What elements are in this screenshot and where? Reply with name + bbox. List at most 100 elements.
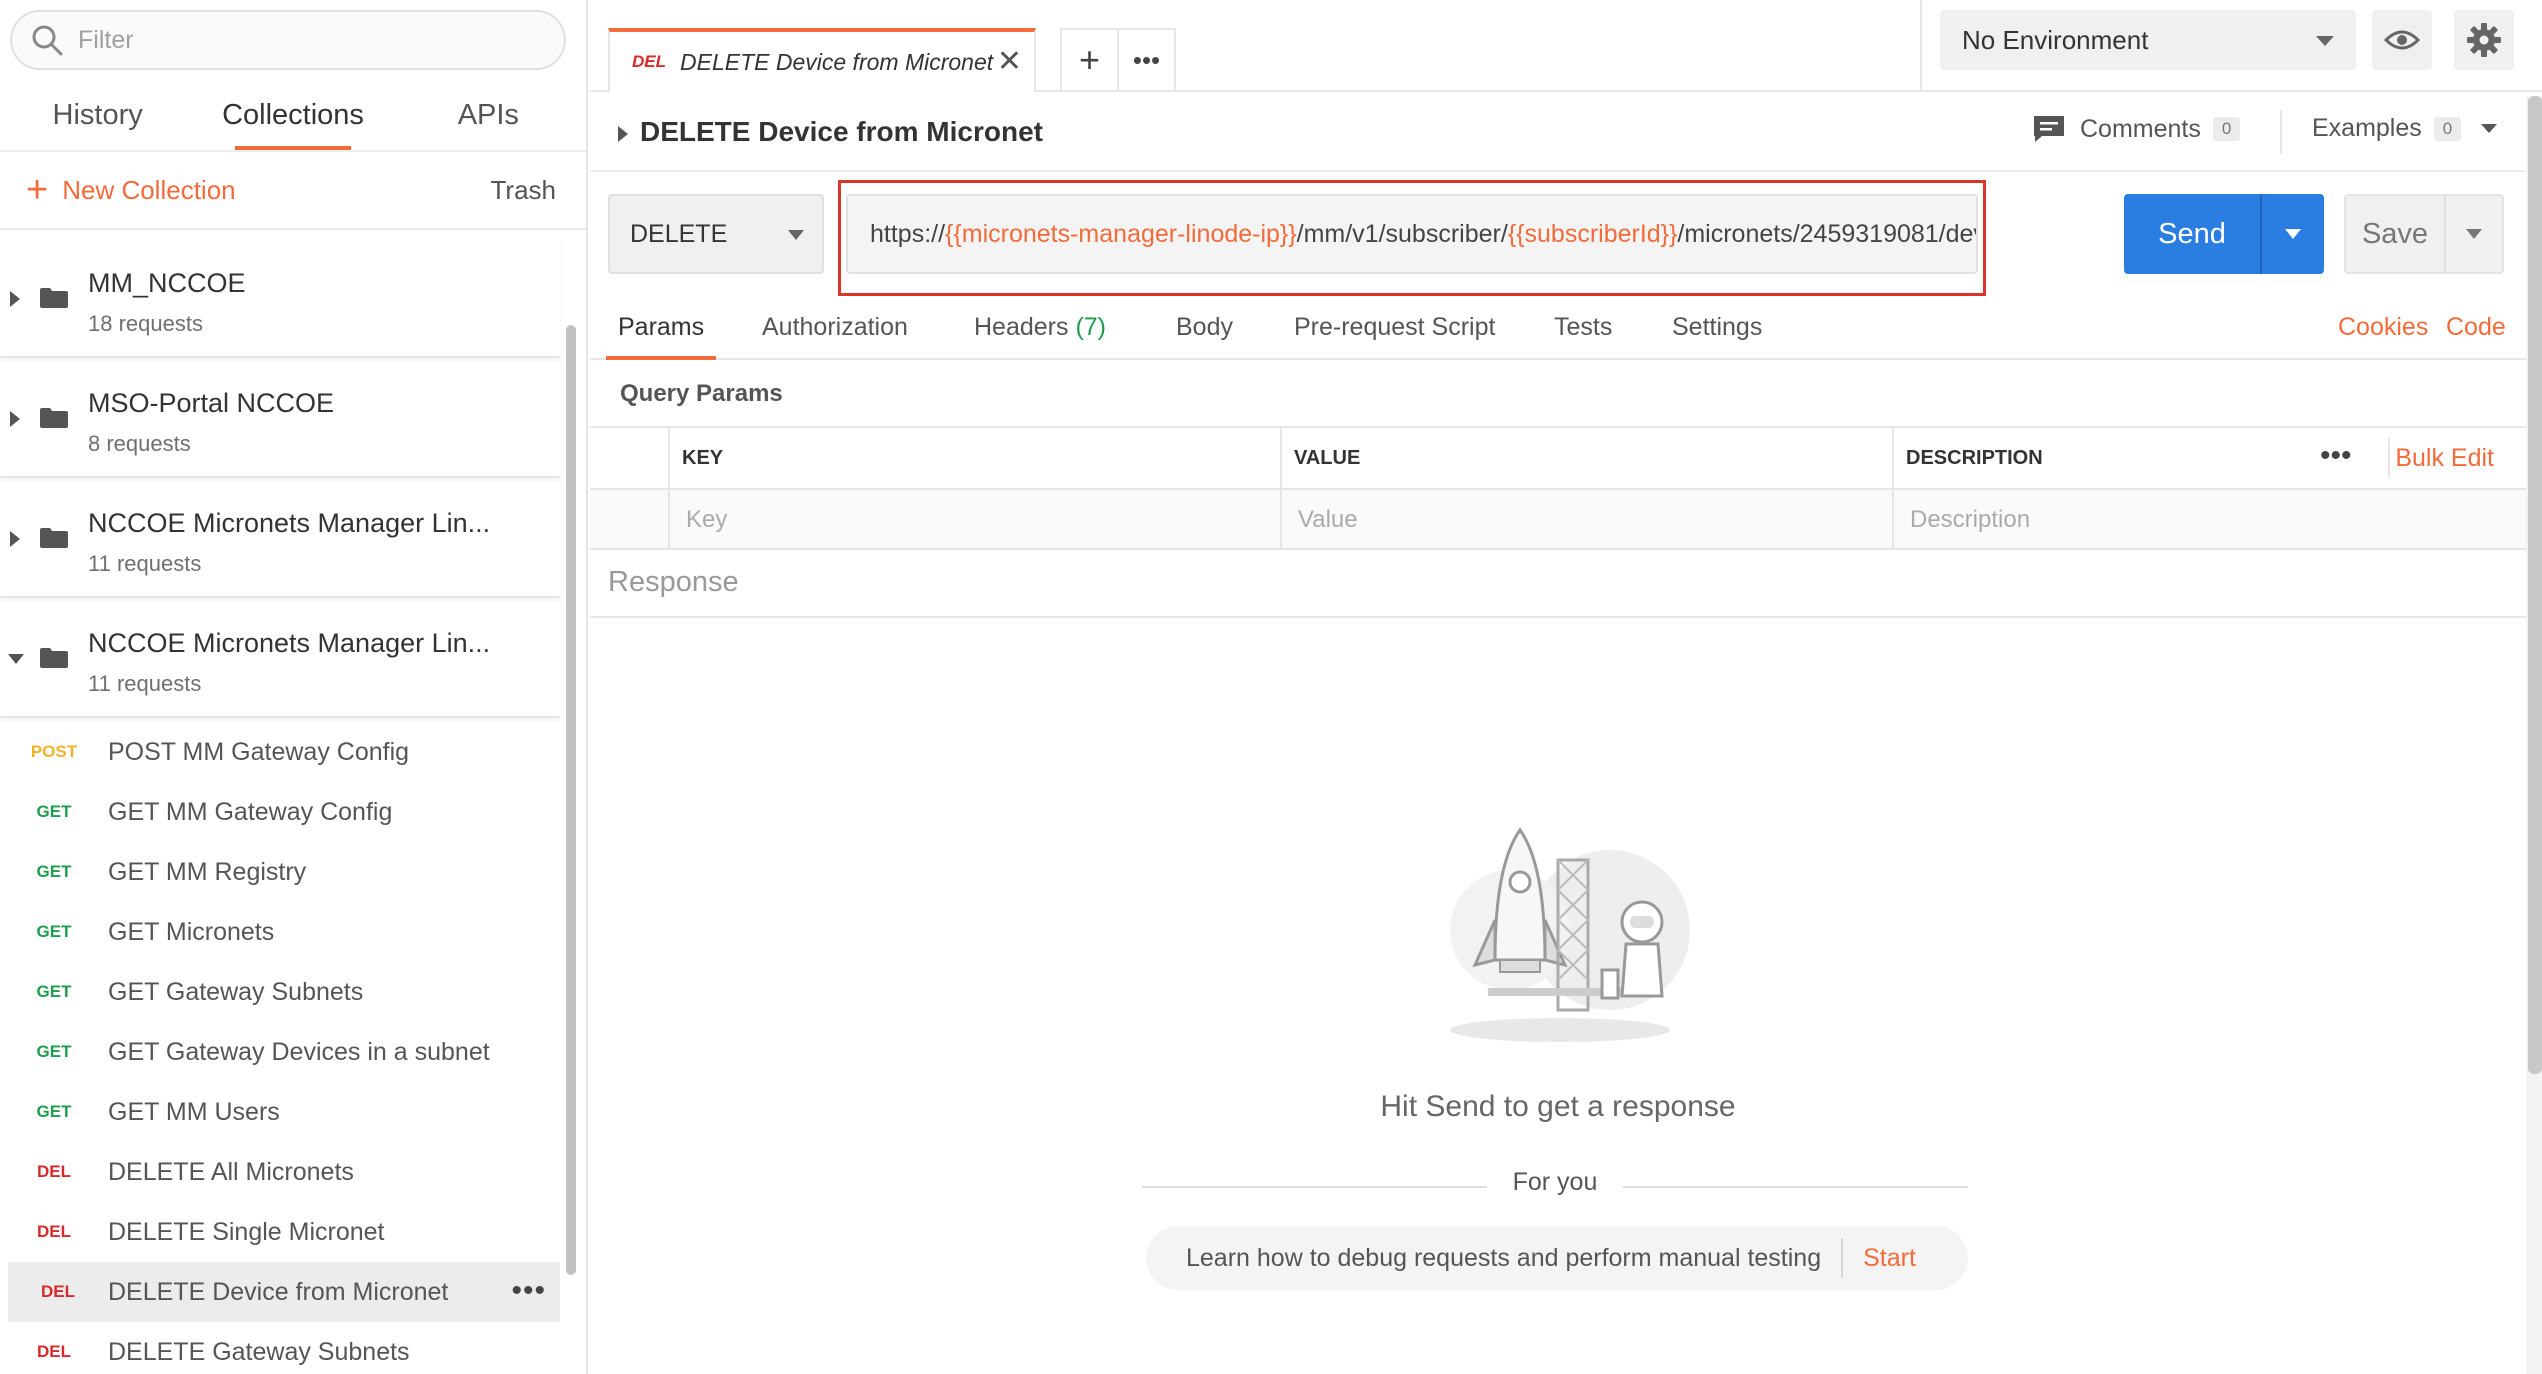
empty-response-message: Hit Send to get a response xyxy=(1380,1090,1736,1123)
collection-item-expanded[interactable]: NCCOE Micronets Manager Lin... 11 reques… xyxy=(0,598,560,718)
method-badge: GET xyxy=(36,922,72,941)
query-params-title: Query Params xyxy=(620,380,783,407)
method-badge: GET xyxy=(36,982,72,1001)
caret-right-icon[interactable] xyxy=(10,531,20,547)
key-input[interactable]: Key xyxy=(668,490,1280,550)
send-button[interactable]: Send xyxy=(2124,194,2262,274)
comment-icon xyxy=(2034,116,2064,142)
collection-item[interactable]: MM_NCCOE 18 requests xyxy=(0,238,560,358)
tab-pre-request-script[interactable]: Pre-request Script xyxy=(1294,296,1495,358)
code-link[interactable]: Code xyxy=(2446,296,2506,358)
filter-input[interactable] xyxy=(78,25,538,55)
new-tab-button[interactable]: + xyxy=(1062,30,1119,92)
plus-icon: + xyxy=(26,169,49,211)
sidebar-tabs: History Collections APIs xyxy=(0,80,586,150)
request-item[interactable]: DEL DELETE Gateway Subnets xyxy=(0,1322,560,1374)
comments-label: Comments xyxy=(2080,114,2201,143)
request-title[interactable]: DELETE Device from Micronet xyxy=(640,116,1043,148)
tab-authorization[interactable]: Authorization xyxy=(762,296,908,358)
request-name: GET Micronets xyxy=(108,917,275,946)
request-item-selected[interactable]: DEL DELETE Device from Micronet ••• xyxy=(8,1262,560,1322)
tab-headers-label: Headers xyxy=(974,313,1069,341)
examples-button[interactable]: Examples 0 xyxy=(2312,114,2498,143)
close-icon[interactable]: ✕ xyxy=(997,44,1022,79)
url-input[interactable]: https://{{micronets-manager-linode-ip}} /… xyxy=(846,194,1978,274)
filter-box[interactable] xyxy=(10,10,566,70)
collection-item[interactable]: NCCOE Micronets Manager Lin... 11 reques… xyxy=(0,478,560,598)
tab-settings[interactable]: Settings xyxy=(1672,296,1762,358)
request-title-row: DELETE Device from Micronet Comments 0 E… xyxy=(590,96,2542,172)
tab-apis[interactable]: APIs xyxy=(391,80,586,150)
sidebar-actions: + New Collection Trash xyxy=(0,150,586,230)
tab-headers[interactable]: Headers (7) xyxy=(974,296,1106,358)
for-you-label: For you xyxy=(1512,1168,1598,1196)
collection-item[interactable]: MSO-Portal NCCOE 8 requests xyxy=(0,358,560,478)
environment-quick-look-button[interactable] xyxy=(2372,10,2432,70)
response-header: Response xyxy=(590,554,2526,618)
more-options-icon[interactable]: ••• xyxy=(511,1274,546,1308)
request-item[interactable]: DEL DELETE Single Micronet xyxy=(0,1202,560,1262)
request-name: DELETE All Micronets xyxy=(108,1157,354,1186)
save-button[interactable]: Save xyxy=(2346,196,2446,272)
chevron-down-icon xyxy=(2316,36,2334,46)
url-part: /mm/v1/subscriber/ xyxy=(1296,219,1508,248)
examples-count-badge: 0 xyxy=(2433,116,2462,141)
bulk-edit-link[interactable]: Bulk Edit xyxy=(2395,428,2494,488)
tab-tests[interactable]: Tests xyxy=(1554,296,1612,358)
tab-history[interactable]: History xyxy=(0,80,195,150)
tab-body[interactable]: Body xyxy=(1176,296,1233,358)
environment-select[interactable]: No Environment xyxy=(1940,10,2356,70)
value-input[interactable]: Value xyxy=(1280,490,1892,550)
trash-button[interactable]: Trash xyxy=(491,175,557,206)
comments-button[interactable]: Comments 0 xyxy=(2032,114,2241,144)
collection-name: NCCOE Micronets Manager Lin... xyxy=(88,628,491,658)
new-collection-button[interactable]: + New Collection xyxy=(26,171,236,209)
column-header-value: VALUE xyxy=(1280,428,1892,488)
more-options-icon[interactable]: ••• xyxy=(2320,428,2352,484)
caret-right-icon[interactable] xyxy=(618,126,628,142)
request-item[interactable]: GET GET Gateway Subnets xyxy=(0,962,560,1022)
tab-collections[interactable]: Collections xyxy=(195,80,390,150)
request-item[interactable]: DEL DELETE All Micronets xyxy=(0,1142,560,1202)
sidebar-scrollbar[interactable] xyxy=(566,325,576,1275)
divider xyxy=(2388,438,2390,478)
folder-icon xyxy=(40,648,68,668)
tab-more-button[interactable]: ••• xyxy=(1119,30,1174,92)
caret-right-icon[interactable] xyxy=(10,291,20,307)
settings-button[interactable] xyxy=(2454,10,2514,70)
method-badge: DEL xyxy=(37,1162,71,1181)
collection-name: MSO-Portal NCCOE xyxy=(88,388,335,418)
method-badge: POST xyxy=(30,742,78,761)
send-button-group: Send xyxy=(2124,194,2324,274)
description-input[interactable]: Description xyxy=(1892,490,2526,550)
request-name: GET Gateway Devices in a subnet xyxy=(108,1037,490,1066)
folder-icon xyxy=(40,528,68,548)
send-options-button[interactable] xyxy=(2262,194,2324,274)
request-item[interactable]: POST POST MM Gateway Config xyxy=(0,722,560,782)
start-link[interactable]: Start xyxy=(1863,1244,1916,1273)
request-item[interactable]: GET GET MM Users xyxy=(0,1082,560,1142)
request-item[interactable]: GET GET MM Registry xyxy=(0,842,560,902)
request-name: GET MM Users xyxy=(108,1097,280,1126)
request-item[interactable]: GET GET MM Gateway Config xyxy=(0,782,560,842)
request-tab-active[interactable]: DEL DELETE Device from Micronet ✕ xyxy=(608,28,1036,92)
caret-down-icon[interactable] xyxy=(8,654,24,664)
method-select[interactable]: DELETE xyxy=(608,194,824,274)
collection-name: MM_NCCOE xyxy=(88,268,246,298)
caret-right-icon[interactable] xyxy=(10,411,20,427)
gear-icon xyxy=(2467,23,2501,57)
cookies-link[interactable]: Cookies xyxy=(2338,296,2428,358)
main-scrollbar[interactable] xyxy=(2528,96,2542,1074)
save-options-button[interactable] xyxy=(2446,196,2502,272)
comments-count-badge: 0 xyxy=(2212,117,2241,141)
request-item[interactable]: GET GET Gateway Devices in a subnet xyxy=(0,1022,560,1082)
tab-params[interactable]: Params xyxy=(605,296,717,360)
method-value: DELETE xyxy=(630,219,728,248)
request-item[interactable]: GET GET Micronets xyxy=(0,902,560,962)
table-header-row: KEY VALUE DESCRIPTION ••• Bulk Edit xyxy=(590,426,2526,488)
url-part: /micronets/2459319081/devices/M xyxy=(1677,219,1976,248)
divider xyxy=(2280,110,2282,154)
method-badge: DEL xyxy=(41,1282,75,1301)
collection-name: NCCOE Micronets Manager Lin... xyxy=(88,508,491,538)
search-icon xyxy=(32,25,63,56)
